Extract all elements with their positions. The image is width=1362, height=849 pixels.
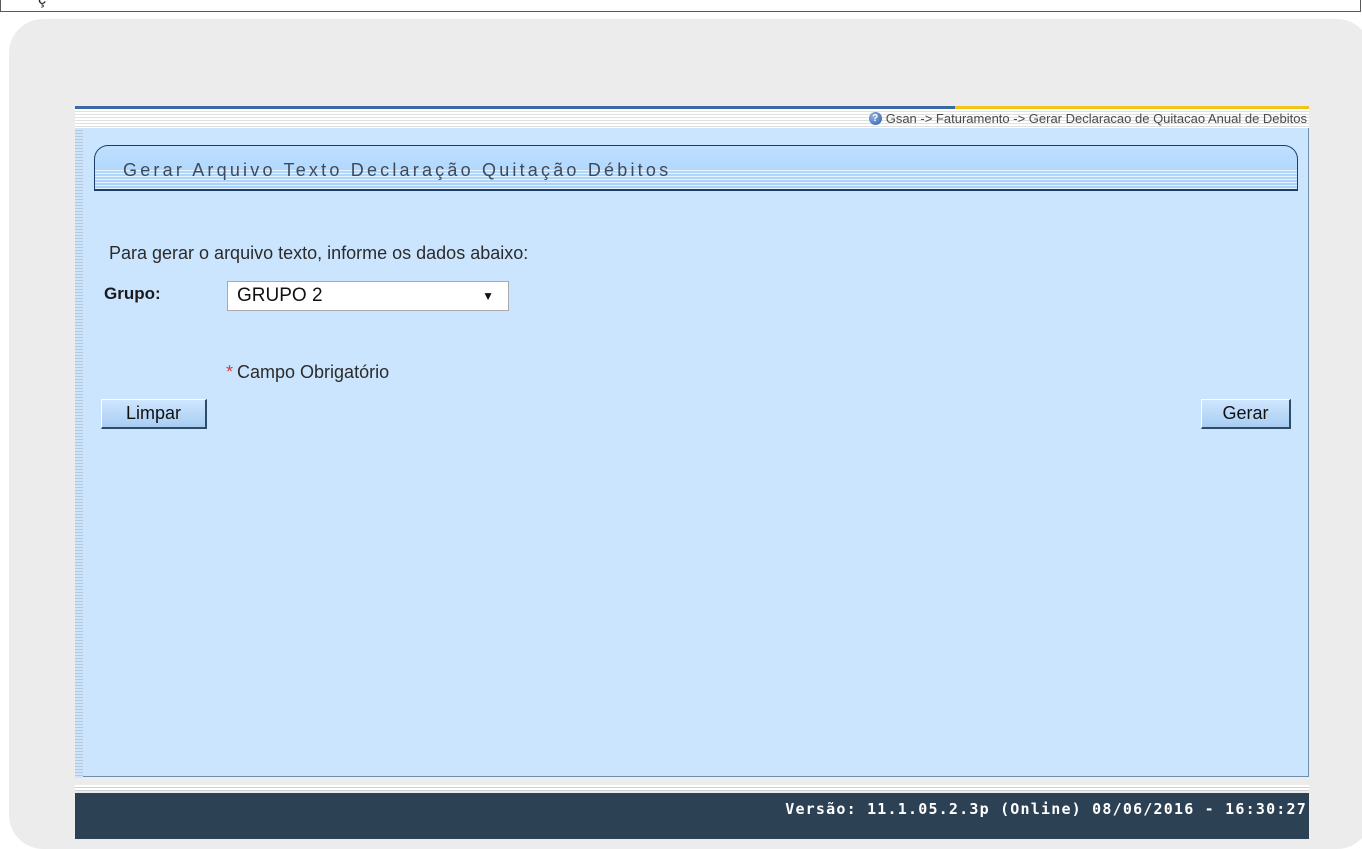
breadcrumb-bar: ? Gsan -> Faturamento -> Gerar Declaraca…	[75, 106, 1309, 128]
grupo-label: Grupo:	[104, 284, 161, 303]
required-note-text: Campo Obrigatório	[237, 362, 390, 382]
breadcrumb-text: Gsan -> Faturamento -> Gerar Declaracao …	[885, 111, 1307, 126]
help-icon[interactable]: ?	[868, 112, 882, 125]
top-strip-box	[0, 0, 1361, 12]
required-star: *	[226, 362, 234, 382]
grupo-select[interactable]: GRUPO 2 ▼	[227, 281, 509, 311]
breadcrumb-line-yellow	[955, 106, 1309, 109]
top-strip: ç	[0, 0, 1362, 14]
intro-text: Para gerar o arquivo texto, informe os d…	[109, 243, 529, 263]
chevron-down-icon: ▼	[482, 289, 494, 303]
limpar-button[interactable]: Limpar	[101, 399, 207, 429]
required-note: * Campo Obrigatório	[226, 362, 389, 383]
app-frame: ? Gsan -> Faturamento -> Gerar Declaraca…	[75, 106, 1309, 839]
title-tab: Gerar Arquivo Texto Declaração Quitação …	[94, 145, 1298, 191]
version-bar: Versão: 11.1.05.2.3p (Online) 08/06/2016…	[75, 793, 1309, 839]
breadcrumb-line-blue	[75, 106, 955, 109]
footer-separator	[75, 785, 1309, 791]
breadcrumb: ? Gsan -> Faturamento -> Gerar Declaraca…	[868, 111, 1307, 126]
left-stripe	[75, 128, 83, 778]
gerar-button[interactable]: Gerar	[1201, 399, 1291, 429]
grupo-select-value: GRUPO 2	[237, 285, 323, 306]
top-strip-glyph: ç	[38, 0, 46, 9]
page-title: Gerar Arquivo Texto Declaração Quitação …	[123, 160, 672, 180]
version-text: Versão: 11.1.05.2.3p (Online) 08/06/2016…	[785, 800, 1307, 818]
content-area: Gerar Arquivo Texto Declaração Quitação …	[75, 128, 1309, 777]
